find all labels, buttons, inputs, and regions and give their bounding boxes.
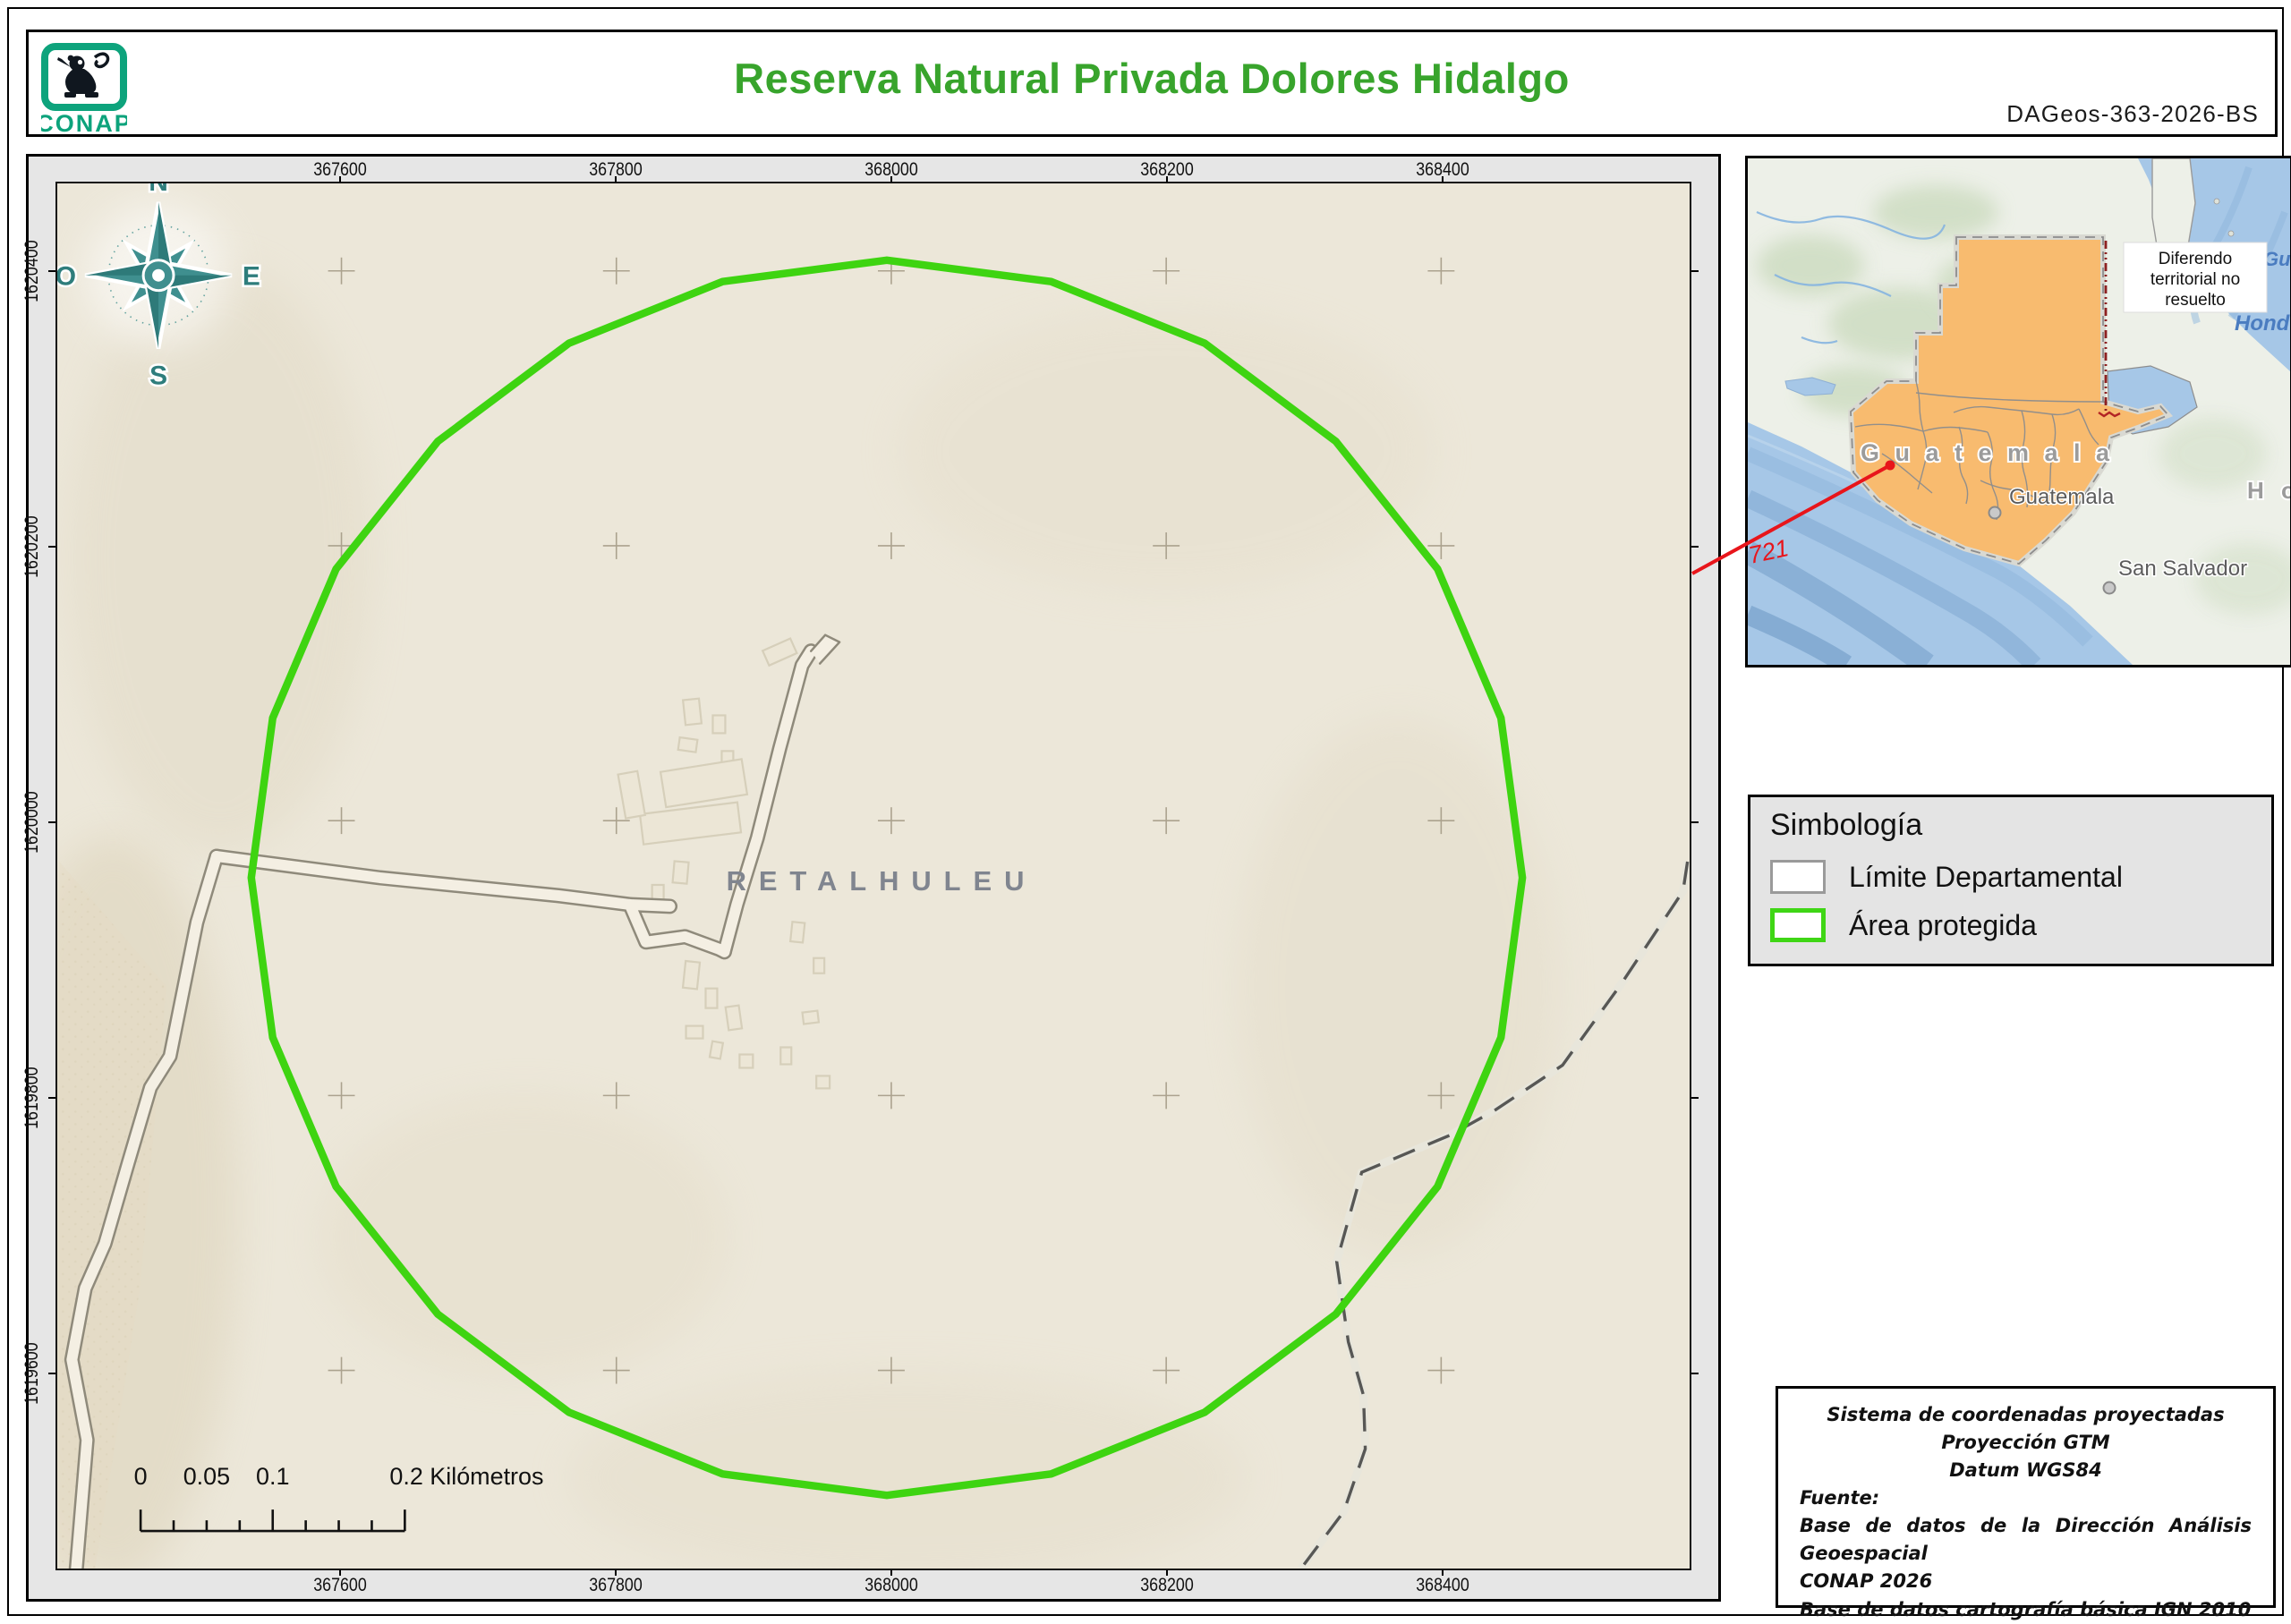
tick <box>48 821 55 823</box>
compass-s: S <box>149 361 167 390</box>
tick <box>1691 1097 1699 1099</box>
departmental-swatch <box>1770 860 1826 894</box>
legend: Simbología Límite Departamental Área pro… <box>1748 795 2274 966</box>
legend-item-departmental: Límite Departamental <box>1770 860 1826 896</box>
conap-logo-text: CONAP <box>41 110 127 136</box>
x-tick-bottom: 367800 <box>570 1575 661 1596</box>
tick <box>48 1373 55 1374</box>
san-salvador-label: San Salvador <box>2118 557 2247 581</box>
note-line-2: territorial no <box>2150 270 2240 289</box>
y-tick-left: 1620200 <box>21 493 43 600</box>
inset-drawing: G u a t e m a l a Guatemala San Salvador… <box>1748 158 2290 665</box>
x-tick-bottom: 367600 <box>294 1575 386 1596</box>
legend-title: Simbología <box>1770 808 1922 843</box>
tick <box>1691 270 1699 272</box>
guatemala-city-label: Guatemala <box>2009 485 2115 509</box>
credits-box: Sistema de coordenadas proyectadas Proye… <box>1776 1386 2276 1608</box>
x-tick-bottom: 368200 <box>1121 1575 1213 1596</box>
source-line-2: CONAP 2026 <box>1800 1568 2252 1595</box>
tick <box>48 270 55 272</box>
tick <box>1691 1373 1699 1374</box>
guatemala-city-dot <box>1989 507 2001 519</box>
y-tick-left: 1620400 <box>21 217 43 325</box>
place-label: RETALHULEU <box>727 865 1037 897</box>
legend-item-protected-area: Área protegida <box>1770 908 1826 944</box>
note-line-3: resuelto <box>2165 291 2226 310</box>
map-canvas: RETALHULEU N E S O 0 <box>55 182 1691 1570</box>
y-tick-left: 1620000 <box>21 769 43 876</box>
protected-area-swatch <box>1770 908 1826 942</box>
document-id: DAGeos-363-2026-BS <box>2006 100 2259 128</box>
map-frame: 367600 367800 368000 368200 368400 36760… <box>26 154 1721 1602</box>
scale-bar: 0 0.05 0.1 0.2 Kilómetros <box>134 1463 544 1531</box>
sea-label-fragment-2: Hond <box>2235 311 2290 336</box>
projection-line: Proyección GTM <box>1800 1429 2252 1457</box>
terrain-shading <box>57 264 1559 1569</box>
y-tick-left: 1619800 <box>21 1044 43 1152</box>
compass-o: O <box>57 262 76 292</box>
compass-n: N <box>149 183 168 197</box>
road-end-cap <box>811 635 839 664</box>
locator-inset-map: G u a t e m a l a Guatemala San Salvador… <box>1745 156 2291 667</box>
source-line-1: Base de datos de la Dirección Análisis G… <box>1800 1512 2252 1568</box>
scale-005: 0.05 <box>183 1463 230 1490</box>
legend-item-label: Límite Departamental <box>1849 861 2123 894</box>
page-title: Reserva Natural Privada Dolores Hidalgo <box>29 54 2275 103</box>
header: CONAP Reserva Natural Privada Dolores Hi… <box>26 30 2278 137</box>
source-line-3: Base de datos cartografía básica IGN 201… <box>1800 1596 2252 1624</box>
scale-0: 0 <box>134 1463 148 1490</box>
tick <box>48 546 55 548</box>
tick <box>48 1097 55 1099</box>
crs-line: Sistema de coordenadas proyectadas <box>1800 1401 2252 1429</box>
x-tick-bottom: 368000 <box>846 1575 937 1596</box>
x-tick-bottom: 368400 <box>1397 1575 1488 1596</box>
source-heading: Fuente: <box>1800 1484 2252 1512</box>
scale-01: 0.1 <box>256 1463 289 1490</box>
scale-02: 0.2 Kilómetros <box>389 1463 543 1490</box>
map-drawing: RETALHULEU N E S O 0 <box>57 183 1690 1569</box>
datum-line: Datum WGS84 <box>1800 1457 2252 1484</box>
legend-item-label: Área protegida <box>1849 909 2037 942</box>
compass-e: E <box>243 262 260 292</box>
tick <box>1691 546 1699 548</box>
note-line-1: Diferendo <box>2159 250 2232 268</box>
tick <box>1691 821 1699 823</box>
y-tick-left: 1619600 <box>21 1320 43 1427</box>
territorial-note: Diferendo territorial no resuelto <box>2124 242 2267 312</box>
honduras-label-fragment: H o <box>2247 477 2290 504</box>
country-label: G u a t e m a l a <box>1861 439 2114 466</box>
san-salvador-dot <box>2104 582 2116 594</box>
